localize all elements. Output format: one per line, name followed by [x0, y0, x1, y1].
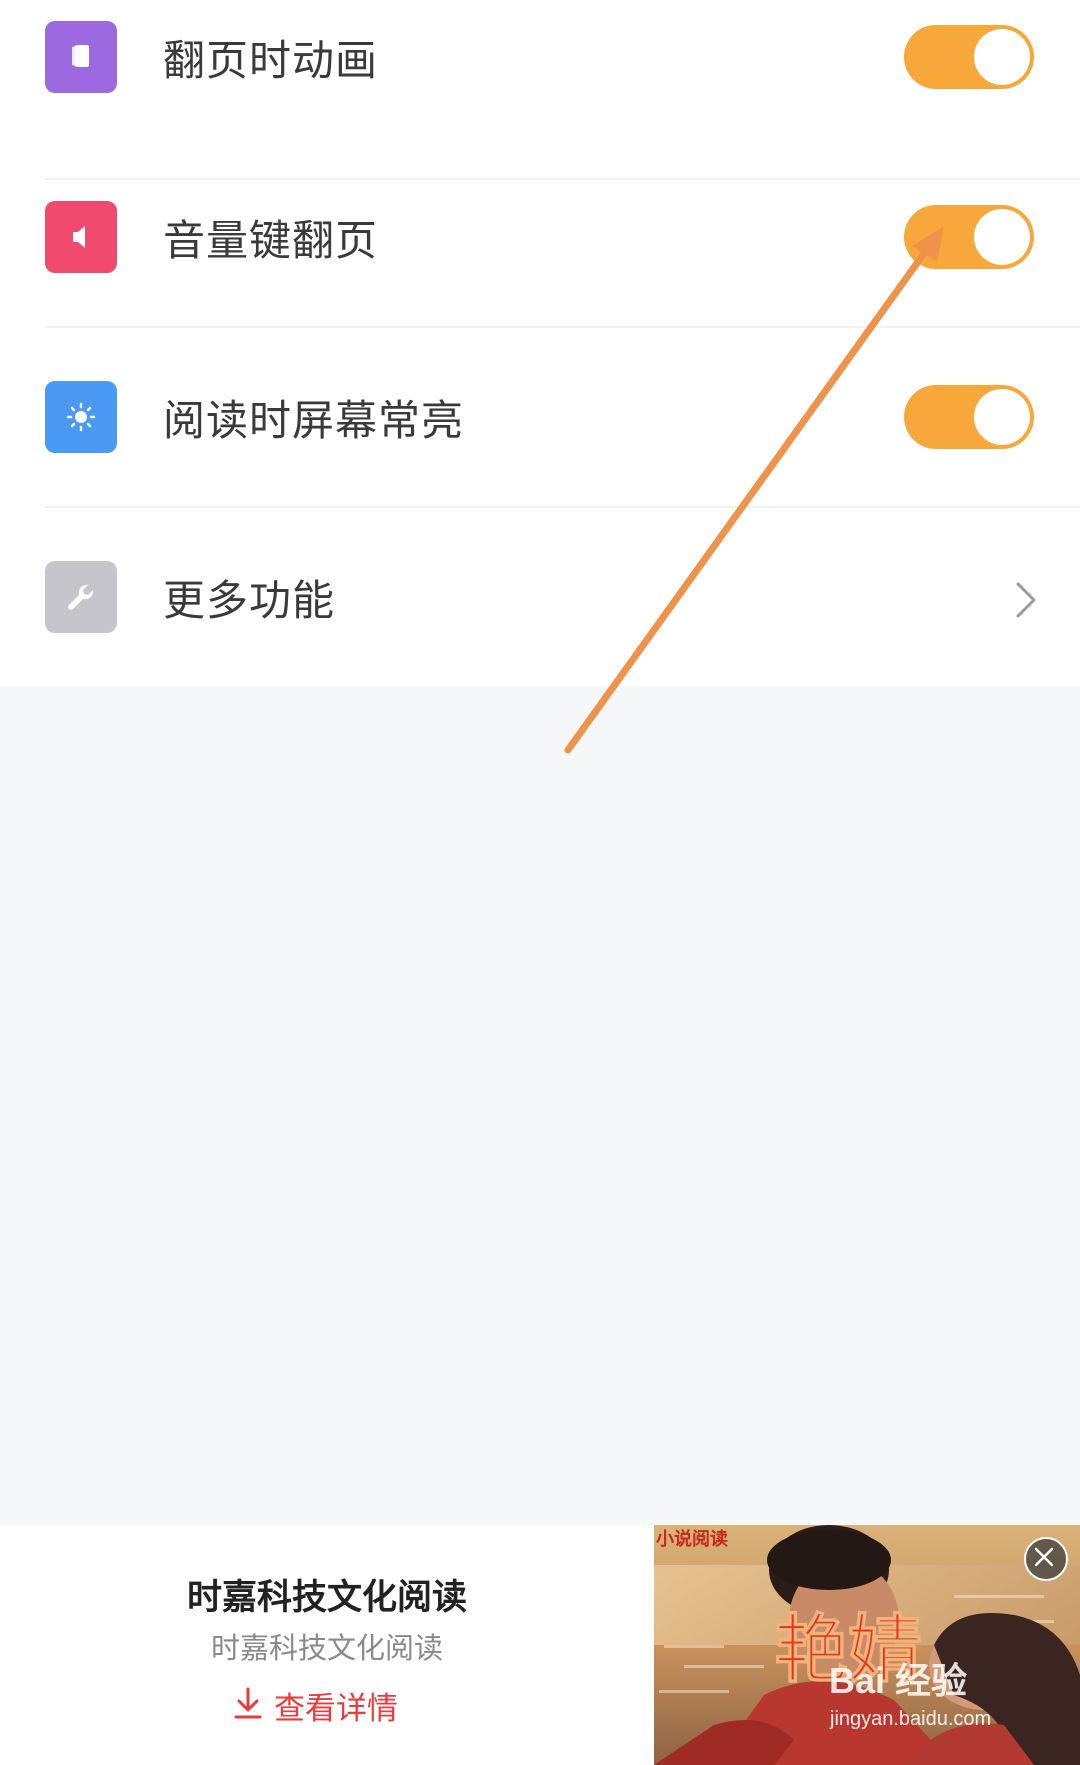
- ad-image[interactable]: 艳婧 小说阅读 Bai 经验 jingyan.baidu.com: [654, 1525, 1080, 1765]
- view-details-label: 查看详情: [274, 1691, 398, 1727]
- ad-banner[interactable]: 时嘉科技文化阅读 时嘉科技文化阅读 查看详情 艳婧 小说阅读 Bai 经验 ji…: [0, 1525, 1080, 1765]
- ad-image-caption: 小说阅读: [656, 1528, 728, 1550]
- wrench-icon: [45, 561, 117, 633]
- setting-label: 更多功能: [163, 576, 336, 625]
- setting-label: 阅读时屏幕常亮: [163, 396, 465, 445]
- download-icon: [234, 1687, 262, 1719]
- toggle-knob: [974, 389, 1030, 445]
- brightness-icon: [45, 381, 117, 453]
- chevron-right-icon[interactable]: [1012, 580, 1040, 620]
- setting-row-volume-key[interactable]: 音量键翻页: [0, 148, 1080, 328]
- screen-on-toggle[interactable]: [904, 385, 1034, 449]
- watermark-brand: Bai 经验: [829, 1660, 967, 1701]
- page-icon: [45, 21, 117, 93]
- toggle-knob: [974, 29, 1030, 85]
- ad-title: 时嘉科技文化阅读: [186, 1578, 467, 1618]
- watermark-url: jingyan.baidu.com: [829, 1708, 991, 1730]
- setting-label: 音量键翻页: [163, 216, 379, 265]
- close-icon[interactable]: [1024, 1537, 1068, 1581]
- setting-row-more-features[interactable]: 更多功能: [0, 508, 1080, 688]
- volume-key-toggle[interactable]: [904, 205, 1034, 269]
- page-animation-toggle[interactable]: [904, 25, 1034, 89]
- speaker-icon: [45, 201, 117, 273]
- settings-list: 翻页时动画 音量键翻页 阅读时屏幕常亮 更多功能: [0, 0, 1080, 686]
- toggle-knob: [974, 209, 1030, 265]
- ad-photo: 艳婧 小说阅读 Bai 经验 jingyan.baidu.com: [654, 1525, 1080, 1765]
- setting-label: 翻页时动画: [163, 36, 379, 85]
- setting-row-screen-on[interactable]: 阅读时屏幕常亮: [0, 328, 1080, 508]
- ad-subtitle: 时嘉科技文化阅读: [210, 1631, 443, 1665]
